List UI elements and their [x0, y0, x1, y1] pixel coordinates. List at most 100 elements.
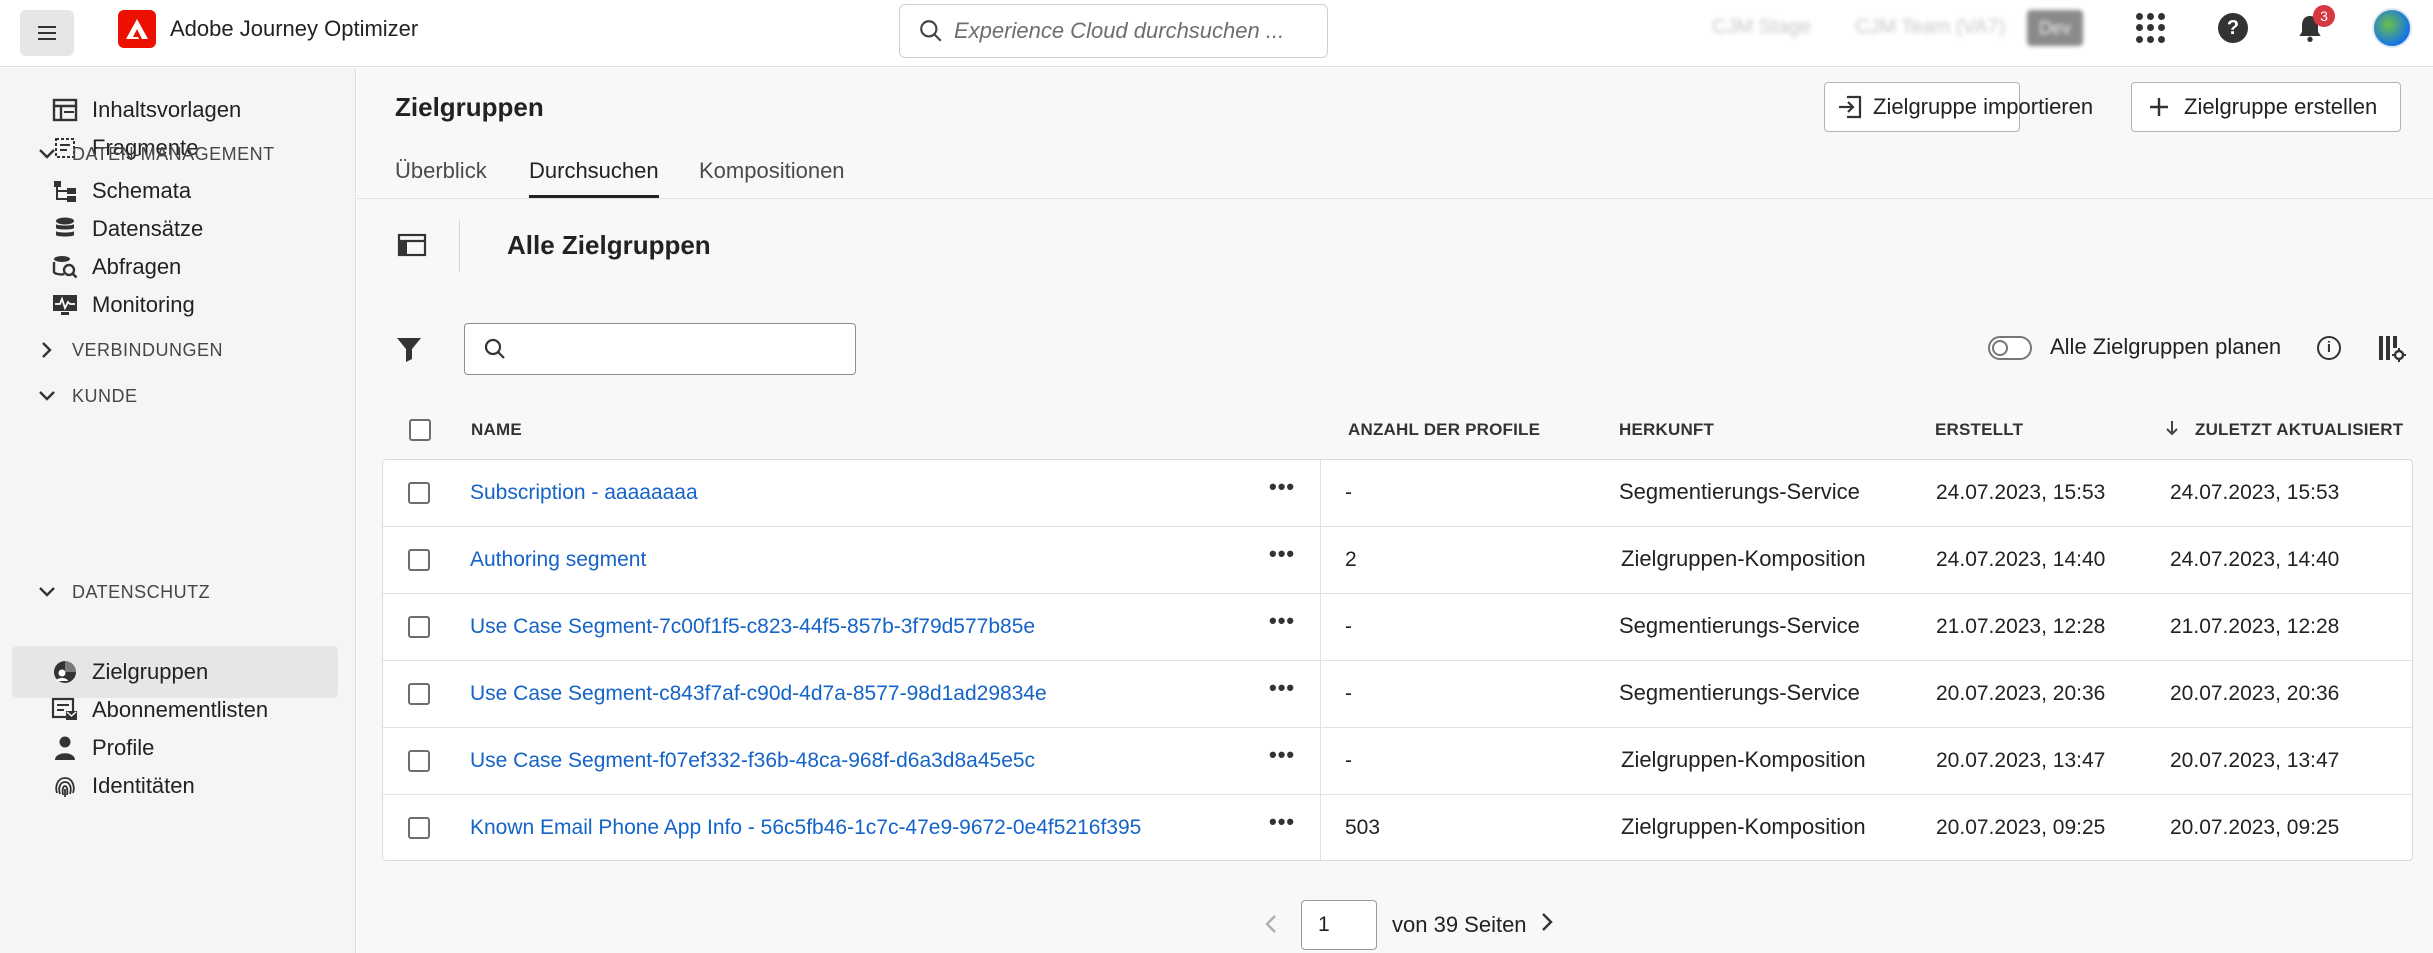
import-audience-button[interactable]: Zielgruppe importieren	[1824, 82, 2093, 132]
global-search-placeholder: Experience Cloud durchsuchen ...	[954, 18, 1285, 43]
section-label: VERBINDUNGEN	[72, 339, 224, 360]
page-count-label: von 39 Seiten	[1392, 912, 1527, 937]
origin-cell: Zielgruppen-Komposition	[1621, 747, 1866, 772]
updated-cell: 20.07.2023, 20:36	[2170, 682, 2340, 705]
sidebar-item-label: Abfragen	[92, 254, 182, 279]
previous-page-icon[interactable]	[1261, 912, 1281, 936]
profiles-count: 503	[1345, 816, 1381, 839]
profiles-count: -	[1345, 481, 1352, 504]
next-page-icon[interactable]	[1537, 910, 1557, 934]
table-row[interactable]: Use Case Segment-f07ef332-f36b-48ca-968f…	[383, 728, 2412, 795]
more-actions-icon[interactable]: •••	[1269, 476, 1299, 501]
origin-cell: Segmentierungs-Service	[1619, 680, 1860, 705]
more-actions-icon[interactable]: •••	[1269, 744, 1299, 769]
global-search-input[interactable]: Experience Cloud durchsuchen ...	[899, 4, 1328, 58]
origin-cell: Segmentierungs-Service	[1619, 613, 1860, 638]
org-switcher[interactable]: CJM Stage	[1712, 16, 1811, 39]
audience-name-link[interactable]: Use Case Segment-7c00f1f5-c823-44f5-857b…	[470, 615, 1035, 639]
team-switcher[interactable]: CJM Team (VA7)	[1855, 16, 2005, 39]
more-actions-icon[interactable]: •••	[1269, 610, 1299, 635]
row-checkbox[interactable]	[408, 683, 430, 705]
audience-name-link[interactable]: Authoring segment	[470, 548, 646, 572]
table-row[interactable]: Known Email Phone App Info - 56c5fb46-1c…	[383, 795, 2412, 862]
page-title: Zielgruppen	[395, 92, 544, 122]
sidebar-item-label: Schemata	[92, 178, 192, 203]
tab-durchsuchen[interactable]: Durchsuchen	[529, 158, 659, 198]
filter-icon[interactable]	[395, 334, 423, 364]
apps-grid-icon[interactable]	[2136, 13, 2166, 43]
sidebar-item-label: Monitoring	[92, 292, 195, 317]
select-all-checkbox[interactable]	[409, 419, 431, 441]
template-icon	[50, 95, 80, 125]
column-divider	[1320, 594, 1321, 660]
updated-cell: 20.07.2023, 13:47	[2170, 749, 2340, 772]
monitoring-icon	[50, 290, 80, 320]
row-checkbox[interactable]	[408, 817, 430, 839]
row-checkbox[interactable]	[408, 549, 430, 571]
column-header-updated[interactable]: ZULETZT AKTUALISIERT	[2195, 420, 2403, 440]
created-cell: 21.07.2023, 12:28	[1936, 615, 2106, 638]
column-header-created[interactable]: ERSTELLT	[1935, 420, 2023, 440]
audience-table: Subscription - aaaaaaaa ••• - Segmentier…	[382, 459, 2413, 861]
row-checkbox[interactable]	[408, 750, 430, 772]
main-content: Zielgruppen Zielgruppe importieren Zielg…	[357, 68, 2433, 953]
row-checkbox[interactable]	[408, 616, 430, 638]
menu-toggle-button[interactable]	[20, 10, 74, 56]
column-header-profiles[interactable]: ANZAHL DER PROFILE	[1348, 420, 1540, 440]
audience-name-link[interactable]: Use Case Segment-c843f7af-c90d-4d7a-8577…	[470, 682, 1047, 706]
sidebar-item-label: Datensätze	[92, 216, 204, 241]
section-kunde[interactable]: KUNDE	[36, 381, 138, 411]
table-row[interactable]: Use Case Segment-c843f7af-c90d-4d7a-8577…	[383, 661, 2412, 728]
chevron-down-icon	[36, 581, 58, 603]
chevron-down-icon	[36, 143, 58, 165]
section-verbindungen[interactable]: VERBINDUNGEN	[36, 335, 223, 365]
column-header-name[interactable]: NAME	[471, 420, 522, 440]
section-title: Alle Zielgruppen	[507, 230, 711, 260]
audience-search-input[interactable]	[464, 323, 856, 375]
column-header-origin[interactable]: HERKUNFT	[1619, 420, 1714, 440]
schedule-all-label: Alle Zielgruppen planen	[2050, 334, 2282, 359]
create-audience-button[interactable]: Zielgruppe erstellen	[2131, 82, 2401, 132]
sidebar-item-label: Identitäten	[92, 773, 195, 798]
page-number-input[interactable]: 1	[1301, 900, 1377, 950]
import-audience-label: Zielgruppe importieren	[1873, 94, 2094, 119]
column-divider	[1320, 728, 1321, 794]
audience-icon	[50, 657, 80, 687]
table-row[interactable]: Authoring segment ••• 2 Zielgruppen-Komp…	[383, 527, 2412, 594]
table-row[interactable]: Subscription - aaaaaaaa ••• - Segmentier…	[383, 460, 2412, 527]
avatar[interactable]	[2372, 8, 2412, 48]
sidebar-item-label: Profile	[92, 735, 155, 760]
column-settings-icon[interactable]	[2376, 333, 2406, 363]
profiles-count: 2	[1345, 548, 1357, 571]
more-actions-icon[interactable]: •••	[1269, 543, 1299, 568]
help-icon[interactable]: ?	[2218, 13, 2248, 43]
schedule-all-toggle[interactable]	[1988, 336, 2032, 360]
tab-kompositionen[interactable]: Kompositionen	[699, 158, 845, 198]
table-row[interactable]: Use Case Segment-7c00f1f5-c823-44f5-857b…	[383, 594, 2412, 661]
audience-name-link[interactable]: Subscription - aaaaaaaa	[470, 481, 698, 505]
notification-count-badge: 3	[2313, 5, 2335, 27]
database-icon	[50, 214, 80, 244]
environment-badge[interactable]: Dev	[2027, 10, 2083, 46]
sidebar-item-label: Abonnementlisten	[92, 697, 269, 722]
panel-toggle-icon[interactable]	[397, 232, 427, 258]
section-datenschutz[interactable]: DATENSCHUTZ	[36, 577, 210, 607]
subscription-list-icon	[50, 695, 80, 725]
more-actions-icon[interactable]: •••	[1269, 811, 1299, 836]
origin-cell: Zielgruppen-Komposition	[1621, 546, 1866, 571]
fingerprint-icon	[50, 771, 80, 801]
created-cell: 20.07.2023, 13:47	[1936, 749, 2106, 772]
audience-name-link[interactable]: Known Email Phone App Info - 56c5fb46-1c…	[470, 816, 1141, 840]
column-divider	[1320, 795, 1321, 861]
info-icon[interactable]: i	[2317, 336, 2341, 360]
profile-icon	[50, 733, 80, 763]
tab-ueberblick[interactable]: Überblick	[395, 158, 487, 198]
more-actions-icon[interactable]: •••	[1269, 677, 1299, 702]
row-checkbox[interactable]	[408, 482, 430, 504]
audience-name-link[interactable]: Use Case Segment-f07ef332-f36b-48ca-968f…	[470, 749, 1035, 773]
add-icon	[2144, 92, 2174, 122]
sidebar-item-identitaeten[interactable]: Identitäten	[12, 760, 338, 812]
section-label: DATEN-MANAGEMENT	[72, 143, 275, 164]
sidebar-item-monitoring[interactable]: Monitoring	[12, 279, 338, 331]
created-cell: 20.07.2023, 20:36	[1936, 682, 2106, 705]
